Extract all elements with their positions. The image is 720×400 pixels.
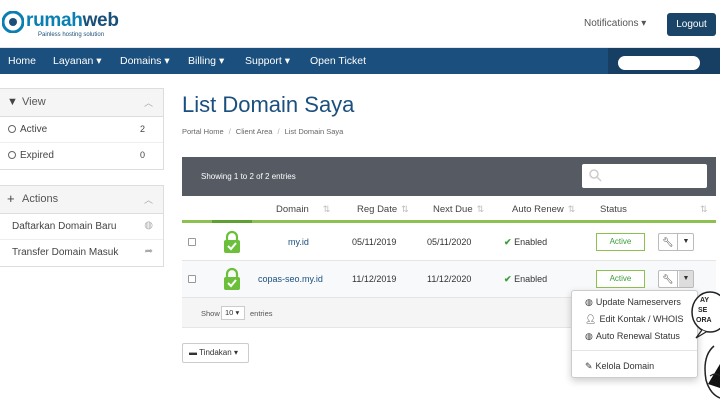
- ssl-lock-icon: [224, 230, 240, 253]
- search-icon: [589, 169, 602, 182]
- table-search-input[interactable]: [582, 164, 707, 188]
- top-header: rumahweb Painless hosting solution Notif…: [0, 0, 720, 48]
- count-badge: 0: [139, 150, 145, 160]
- domain-link[interactable]: my.id: [288, 237, 309, 247]
- page-length-select[interactable]: 10 ▾: [221, 306, 245, 320]
- ssl-lock-icon: [224, 267, 240, 290]
- col-header-reg-date[interactable]: Reg Date ⇅: [357, 204, 409, 215]
- row-checkbox[interactable]: [188, 238, 196, 246]
- reg-date: 05/11/2019: [352, 237, 397, 247]
- menu-manage-domain[interactable]: ✎ Kelola Domain: [585, 361, 654, 372]
- share-icon: ➦: [144, 246, 153, 257]
- caret-down-icon: ▾: [641, 18, 647, 29]
- actions-panel: + Actions ︿ Daftarkan Domain Baru ◍ Tran…: [0, 185, 164, 267]
- folder-icon: ▬: [189, 348, 197, 357]
- logout-button[interactable]: Logout: [667, 13, 716, 36]
- domain-link[interactable]: copas-seo.my.id: [258, 274, 323, 284]
- user-icon: 👤︎: [585, 314, 597, 324]
- breadcrumb-client-area[interactable]: Client Area: [236, 127, 273, 136]
- globe-icon: ◍: [585, 297, 593, 307]
- brand-name: rumahweb: [26, 10, 119, 31]
- caret-down-icon: ▾: [233, 348, 238, 357]
- action-transfer-domain[interactable]: Transfer Domain Masuk ➦: [0, 240, 163, 266]
- caret-down-icon[interactable]: ▼: [679, 234, 693, 250]
- view-panel-header[interactable]: ▼ View ︿: [0, 89, 163, 117]
- sort-icon: ⇅: [476, 204, 485, 214]
- row-checkbox[interactable]: [188, 275, 196, 283]
- wrench-icon[interactable]: 🔧︎: [659, 234, 678, 250]
- entries-label: entries: [250, 309, 273, 318]
- check-icon: ✔: [504, 237, 512, 247]
- status-badge[interactable]: Active: [596, 233, 645, 251]
- sort-icon[interactable]: ⇅: [700, 204, 708, 215]
- nav-support[interactable]: Support ▾: [245, 48, 290, 74]
- sort-icon: ⇅: [322, 204, 331, 214]
- col-header-next-due[interactable]: Next Due ⇅: [433, 204, 484, 215]
- view-expired[interactable]: Expired 0: [0, 143, 163, 169]
- redacted-account-name: [618, 56, 700, 70]
- sort-icon: ⇅: [401, 204, 409, 214]
- mascot-illustration: AY SE ORA: [691, 291, 720, 399]
- nav-open-ticket[interactable]: Open Ticket: [310, 48, 366, 74]
- mascot-text-3: ORA: [696, 317, 712, 324]
- manage-button-group: 🔧︎ ▼: [658, 233, 694, 251]
- radio-icon: [8, 151, 16, 159]
- header-underline: [182, 220, 716, 223]
- caret-down-icon: ▾: [284, 55, 290, 67]
- pencil-icon: ✎: [585, 361, 593, 371]
- col-header-domain[interactable]: Domain ⇅: [276, 204, 330, 215]
- brand-tagline: Painless hosting solution: [38, 32, 105, 38]
- mascot-text-2: SE: [698, 307, 708, 314]
- nav-layanan[interactable]: Layanan ▾: [53, 48, 102, 74]
- count-badge: 2: [139, 124, 145, 134]
- reg-date: 11/12/2019: [352, 274, 397, 284]
- menu-update-nameservers[interactable]: ◍ Update Nameservers: [585, 297, 681, 308]
- globe-icon: ◍: [585, 331, 593, 341]
- table-info: Showing 1 to 2 of 2 entries: [201, 172, 296, 181]
- nav-home[interactable]: Home: [8, 48, 36, 74]
- filter-icon: ▼: [7, 96, 18, 108]
- menu-edit-contact[interactable]: 👤︎ Edit Kontak / WHOIS: [585, 314, 683, 325]
- tindakan-button[interactable]: ▬ Tindakan ▾: [182, 343, 249, 363]
- caret-down-icon: ▾: [96, 55, 102, 67]
- next-due: 11/12/2020: [427, 274, 472, 284]
- actions-panel-header[interactable]: + Actions ︿: [0, 186, 163, 214]
- auto-renew-status: ✔ Enabled: [504, 274, 548, 284]
- breadcrumb: Portal Home / Client Area / List Domain Saya: [182, 127, 344, 136]
- brand-logo[interactable]: rumahweb Painless hosting solution: [2, 8, 132, 42]
- breadcrumb-home[interactable]: Portal Home: [182, 127, 224, 136]
- check-icon: ✔: [504, 274, 512, 284]
- action-register-domain[interactable]: Daftarkan Domain Baru ◍: [0, 214, 163, 240]
- breadcrumb-current: List Domain Saya: [284, 127, 344, 136]
- mascot-text-1: AY: [700, 297, 709, 304]
- nav-domains[interactable]: Domains ▾: [120, 48, 170, 74]
- menu-auto-renewal[interactable]: ◍ Auto Renewal Status: [585, 331, 680, 342]
- next-due: 05/11/2020: [427, 237, 472, 247]
- radio-icon: [8, 125, 16, 133]
- caret-down-icon: ▾: [164, 55, 170, 67]
- col-header-auto-renew[interactable]: Auto Renew ⇅: [512, 204, 575, 215]
- col-header-status[interactable]: Status: [600, 204, 627, 215]
- caret-down-icon: ▾: [218, 55, 225, 67]
- table-toolbar: Showing 1 to 2 of 2 entries: [182, 157, 716, 196]
- status-badge[interactable]: Active: [596, 270, 645, 288]
- plus-icon: +: [7, 191, 15, 206]
- logo-mark-icon: [2, 11, 24, 33]
- auto-renew-status: ✔ Enabled: [504, 237, 548, 247]
- view-panel: ▼ View ︿ Active 2 Expired 0: [0, 88, 164, 170]
- page-title: List Domain Saya: [182, 92, 355, 117]
- chevron-up-icon: ︿: [143, 98, 153, 108]
- caret-down-icon: ▾: [235, 308, 240, 317]
- sort-icon: ⇅: [567, 204, 576, 214]
- show-label: Show: [201, 309, 220, 318]
- notifications-menu[interactable]: Notifications ▾: [584, 18, 646, 29]
- chevron-up-icon: ︿: [143, 195, 153, 205]
- nav-billing[interactable]: Billing ▾: [188, 48, 224, 74]
- table-row: my.id 05/11/2019 05/11/2020 ✔ Enabled Ac…: [182, 224, 716, 261]
- view-active[interactable]: Active 2: [0, 117, 163, 143]
- globe-icon: ◍: [144, 220, 153, 231]
